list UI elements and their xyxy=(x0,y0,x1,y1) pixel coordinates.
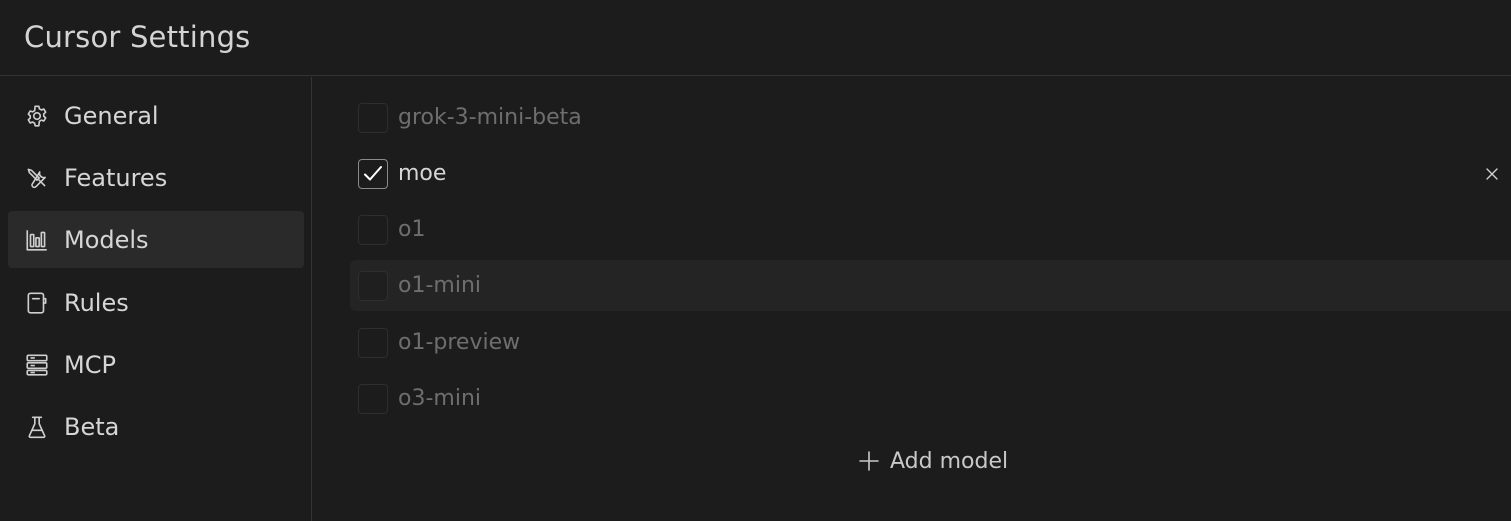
model-name: o1 xyxy=(398,217,426,242)
list-item[interactable]: o1-preview xyxy=(350,317,1511,368)
flask-icon xyxy=(24,414,50,440)
page-title: Cursor Settings xyxy=(24,20,251,54)
model-checkbox[interactable] xyxy=(358,158,388,189)
sidebar-item-label: MCP xyxy=(64,350,116,379)
remove-model-button[interactable] xyxy=(1481,163,1503,185)
add-model-button[interactable]: Add model xyxy=(858,445,1008,477)
plus-icon xyxy=(859,451,879,471)
model-checkbox[interactable] xyxy=(358,214,388,245)
list-item[interactable]: o3-mini xyxy=(350,373,1511,424)
cursor-settings-window: Cursor Settings General Features Models … xyxy=(0,0,1511,521)
close-icon xyxy=(1486,167,1498,180)
sidebar-item-mcp[interactable]: MCP xyxy=(8,336,304,393)
list-item[interactable]: grok-3-mini-beta xyxy=(350,92,1511,143)
sidebar-item-label: Rules xyxy=(64,288,129,317)
tools-icon xyxy=(24,165,50,191)
model-checkbox[interactable] xyxy=(358,102,388,133)
model-name: grok-3-mini-beta xyxy=(398,105,582,130)
sidebar-item-general[interactable]: General xyxy=(8,87,304,144)
checkmark-icon xyxy=(364,165,382,180)
model-name: o1-mini xyxy=(398,273,481,298)
notebook-icon xyxy=(24,290,50,316)
gear-icon xyxy=(24,103,50,129)
models-panel: grok-3-mini-beta moe o1 o1-mini o1-previ… xyxy=(313,77,1511,521)
list-item[interactable]: moe xyxy=(350,148,1511,199)
sidebar-item-label: Models xyxy=(64,225,149,254)
sidebar-item-features[interactable]: Features xyxy=(8,149,304,206)
list-item[interactable]: o1-mini xyxy=(350,260,1511,311)
model-name: o1-preview xyxy=(398,330,521,355)
list-item[interactable]: o1 xyxy=(350,204,1511,255)
model-checkbox[interactable] xyxy=(358,270,388,301)
model-name: moe xyxy=(398,161,447,186)
sidebar-item-rules[interactable]: Rules xyxy=(8,274,304,331)
sidebar-item-beta[interactable]: Beta xyxy=(8,398,304,455)
sidebar-item-label: Beta xyxy=(64,412,120,441)
model-name: o3-mini xyxy=(398,386,481,411)
model-checkbox[interactable] xyxy=(358,383,388,414)
sidebar: General Features Models Rules MCP Beta xyxy=(0,77,312,521)
sidebar-item-label: General xyxy=(64,101,159,130)
header: Cursor Settings xyxy=(0,0,1511,76)
sidebar-item-models[interactable]: Models xyxy=(8,211,304,268)
model-checkbox[interactable] xyxy=(358,327,388,358)
add-model-label: Add model xyxy=(890,448,1009,474)
server-icon xyxy=(24,352,50,378)
sidebar-item-label: Features xyxy=(64,163,168,192)
bar-chart-icon xyxy=(24,227,50,253)
